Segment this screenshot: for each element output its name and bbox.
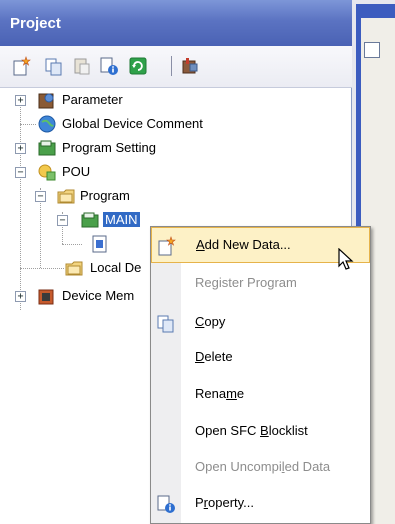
new-data-icon[interactable] — [12, 56, 32, 76]
project-toolbar — [0, 46, 352, 88]
parameter-icon — [38, 93, 54, 109]
main-program-icon — [81, 212, 99, 228]
menu-item-delete[interactable]: Delete — [151, 340, 370, 376]
menu-item-rename[interactable]: Rename — [151, 377, 370, 413]
menu-item-label: Open SFC Blocklist — [195, 423, 308, 438]
menu-item-label: Add New Data... — [196, 237, 291, 252]
expand-program-setting[interactable]: + — [15, 143, 26, 154]
tree-item-device-memory[interactable]: Device Mem — [62, 288, 134, 303]
collapse-program[interactable]: − — [35, 191, 46, 202]
menu-item-label: Open Uncompiled Data — [195, 459, 331, 474]
new-data-icon — [158, 236, 176, 256]
pou-icon — [38, 164, 56, 181]
program-setting-icon — [38, 140, 56, 156]
program-folder-icon — [57, 189, 75, 204]
menu-item-open-sfc-blocklist[interactable]: Open SFC Blocklist — [151, 414, 370, 450]
tree-item-global-device-comment[interactable]: Global Device Comment — [62, 116, 203, 131]
panel-title: Project — [0, 0, 352, 46]
menu-item-copy[interactable]: Copy — [151, 305, 370, 341]
menu-item-label: Copy — [195, 314, 226, 329]
collapse-main[interactable]: − — [57, 215, 68, 226]
global-device-comment-icon — [38, 115, 56, 133]
device-memory-icon — [38, 289, 54, 305]
menu-item-label: Delete — [195, 349, 233, 364]
menu-item-label: Rename — [195, 386, 245, 401]
mouse-cursor-icon — [338, 248, 354, 270]
property-icon[interactable] — [99, 56, 119, 76]
program-body-icon[interactable] — [90, 234, 110, 254]
tree-item-main[interactable]: MAIN — [103, 212, 140, 227]
property-icon — [157, 495, 175, 513]
tree-item-program-setting[interactable]: Program Setting — [62, 140, 156, 155]
tree-item-pou[interactable]: POU — [62, 164, 90, 179]
device-icon[interactable] — [180, 56, 200, 76]
tree-item-local-device[interactable]: Local De — [90, 260, 141, 275]
collapse-pou[interactable]: − — [15, 167, 26, 178]
menu-item-label: Property... — [195, 495, 255, 510]
copy-icon — [157, 315, 174, 333]
document-icon — [364, 42, 380, 58]
tree-item-parameter[interactable]: Parameter — [62, 92, 123, 107]
menu-item-property[interactable]: Property... — [151, 486, 370, 522]
expand-device-memory[interactable]: + — [15, 291, 26, 302]
local-device-icon — [65, 261, 83, 276]
menu-item-open-uncompiled-data[interactable]: Open Uncompiled Data — [151, 450, 370, 486]
toolbar-separator — [171, 56, 172, 76]
expand-parameter[interactable]: + — [15, 95, 26, 106]
refresh-icon[interactable] — [128, 56, 148, 76]
menu-item-label: Register Program — [195, 275, 297, 290]
paste-icon[interactable] — [72, 56, 92, 76]
copy-icon[interactable] — [44, 56, 64, 76]
tree-item-program[interactable]: Program — [80, 188, 130, 203]
